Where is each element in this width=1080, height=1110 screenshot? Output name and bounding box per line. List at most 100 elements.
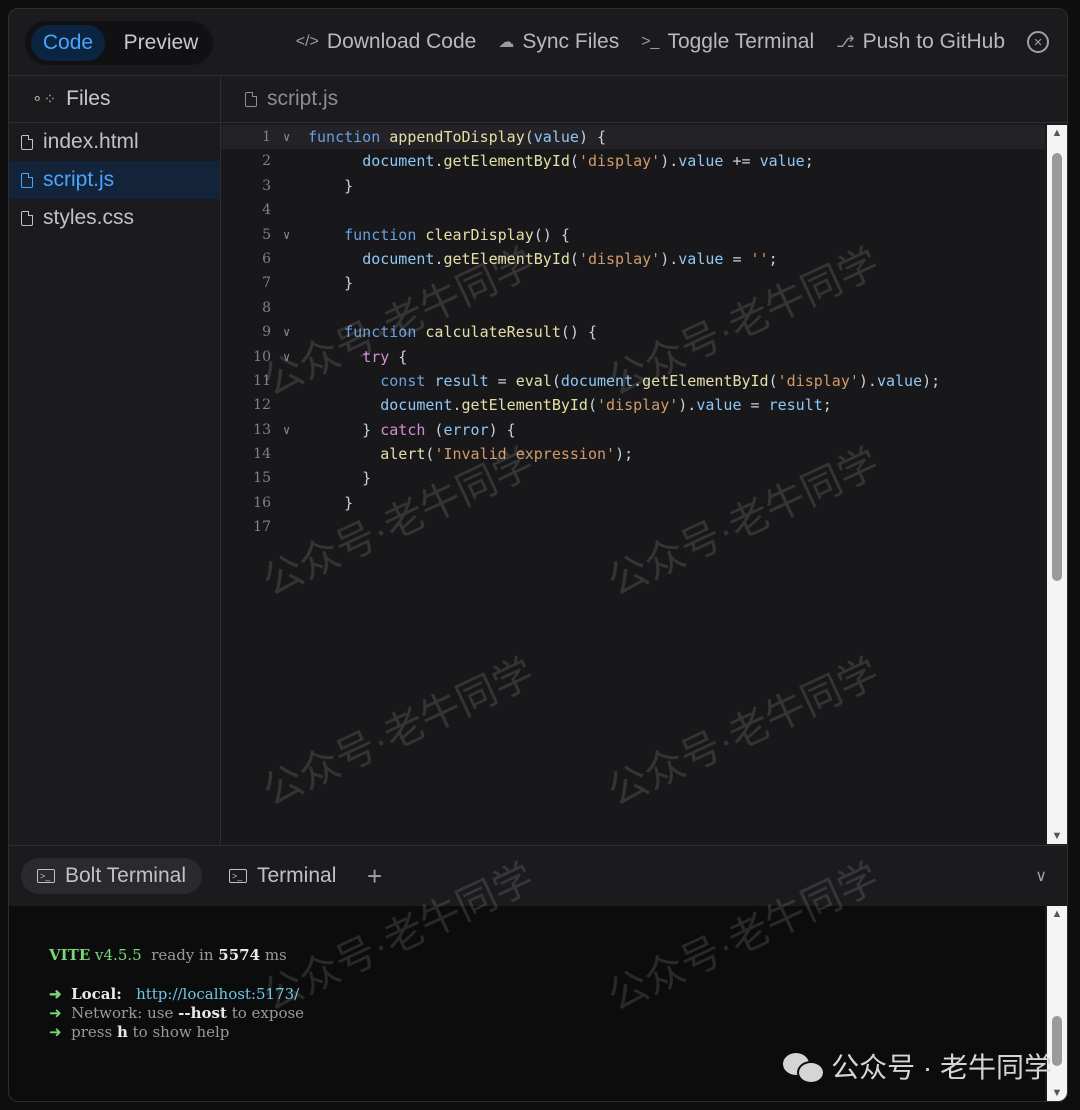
github-icon: ⎇ — [836, 34, 855, 51]
code-line[interactable]: 8 — [221, 296, 1045, 320]
editor-scrollbar[interactable]: ▲ ▼ — [1047, 125, 1067, 844]
local-url-line: ➜ Local: http://localhost:5173/ — [49, 985, 300, 1003]
code-line[interactable]: 11 const result = eval(document.getEleme… — [221, 369, 1045, 393]
code-text: document.getElementById('display').value… — [362, 152, 814, 171]
code-line[interactable]: 13 ∨ } catch (error) { — [221, 418, 1045, 442]
code-text: function appendToDisplay(value) { — [308, 128, 607, 146]
cloud-sync-icon: ☁ — [498, 34, 515, 51]
scroll-thumb[interactable] — [1052, 153, 1062, 581]
brand-text: 公众号 · 老牛同学 — [831, 1052, 1052, 1083]
fold-chevron-icon[interactable]: ∨ — [283, 125, 290, 149]
tab-bolt-terminal[interactable]: >_ Bolt Terminal — [21, 858, 202, 894]
code-line[interactable]: 5 ∨ function clearDisplay() { — [221, 223, 1045, 247]
code-text: } — [308, 274, 354, 293]
file-explorer: ⚬⁘ Files index.html script.js styles.css — [9, 76, 221, 844]
line-number: 12 — [253, 397, 271, 414]
line-number: 4 — [262, 202, 271, 219]
add-terminal-button[interactable]: + — [367, 858, 382, 894]
terminal-icon: >_ — [641, 33, 660, 50]
code-line[interactable]: 2 document.getElementById('display').val… — [221, 149, 1045, 173]
close-icon[interactable]: × — [1027, 31, 1049, 53]
files-title: Files — [66, 87, 111, 110]
scroll-up-arrow[interactable]: ▲ — [1047, 908, 1067, 920]
top-toolbar: Code Preview </> Download Code ☁ Sync Fi… — [9, 9, 1067, 76]
code-line[interactable]: 16 } — [221, 491, 1045, 515]
line-number: 8 — [262, 299, 271, 316]
code-line[interactable]: 9 ∨ function calculateResult() { — [221, 320, 1045, 344]
fold-chevron-icon[interactable]: ∨ — [283, 418, 290, 442]
line-number: 7 — [262, 275, 271, 292]
sync-files-button[interactable]: ☁ Sync Files — [498, 30, 619, 54]
line-number: 13 — [253, 421, 271, 438]
file-icon — [21, 210, 33, 226]
scroll-up-arrow[interactable]: ▲ — [1047, 127, 1067, 139]
network-line: ➜ Network: use --host to expose — [49, 1004, 305, 1022]
download-code-button[interactable]: </> Download Code — [296, 30, 477, 54]
line-number: 11 — [253, 372, 271, 389]
code-line[interactable]: 17 — [221, 515, 1045, 539]
file-item[interactable]: script.js — [9, 161, 220, 199]
code-line[interactable]: 1 ∨ function appendToDisplay(value) { — [221, 125, 1045, 150]
code-line[interactable]: 7 } — [221, 271, 1045, 295]
toggle-terminal-button[interactable]: >_ Toggle Terminal — [641, 30, 814, 54]
toolbar-actions: </> Download Code ☁ Sync Files >_ Toggle… — [296, 9, 1049, 75]
scroll-down-arrow[interactable]: ▼ — [1047, 1087, 1067, 1099]
sync-files-label: Sync Files — [522, 30, 620, 53]
fold-chevron-icon[interactable]: ∨ — [283, 320, 290, 344]
code-line[interactable]: 15 } — [221, 466, 1045, 490]
chevron-down-icon[interactable]: ∨ — [1035, 866, 1047, 886]
editor-tab-filename[interactable]: script.js — [267, 87, 338, 111]
line-number: 9 — [262, 324, 271, 341]
app-window: Code Preview </> Download Code ☁ Sync Fi… — [8, 8, 1068, 1102]
code-text: alert('Invalid expression'); — [380, 445, 634, 464]
code-text: } — [308, 493, 354, 512]
code-text: function calculateResult() { — [344, 323, 597, 342]
line-number: 6 — [262, 250, 271, 267]
terminal-tab-bar: >_ Bolt Terminal >_ Terminal + ∨ — [9, 845, 1067, 906]
file-name: script.js — [43, 168, 115, 191]
tree-icon: ⚬⁘ — [31, 91, 57, 108]
code-line[interactable]: 12 document.getElementById('display').va… — [221, 393, 1045, 417]
code-text: } — [308, 176, 354, 195]
preview-tab[interactable]: Preview — [115, 25, 207, 61]
file-name: styles.css — [43, 206, 135, 229]
local-url-link[interactable]: http://localhost:5173/ — [136, 985, 299, 1003]
code-line[interactable]: 4 — [221, 198, 1045, 222]
editor-tab-bar: script.js — [221, 76, 1067, 123]
push-to-github-label: Push to GitHub — [862, 30, 1005, 53]
code-tab[interactable]: Code — [31, 25, 105, 61]
line-number: 2 — [262, 153, 271, 170]
code-line[interactable]: 3 } — [221, 174, 1045, 198]
bolt-terminal-label: Bolt Terminal — [65, 864, 186, 887]
code-text: } catch (error) { — [308, 420, 516, 439]
scroll-thumb[interactable] — [1052, 1016, 1062, 1066]
line-number: 16 — [253, 494, 271, 511]
push-to-github-button[interactable]: ⎇ Push to GitHub — [836, 30, 1005, 54]
fold-chevron-icon[interactable]: ∨ — [283, 345, 290, 369]
file-icon — [245, 91, 257, 107]
view-switcher: Code Preview — [25, 21, 213, 65]
code-icon: </> — [295, 33, 319, 50]
terminal-icon: >_ — [229, 869, 247, 883]
file-list: index.html script.js styles.css — [9, 123, 220, 237]
file-item[interactable]: index.html — [9, 123, 220, 161]
terminal-icon: >_ — [37, 869, 55, 883]
toggle-terminal-label: Toggle Terminal — [667, 30, 815, 53]
code-area[interactable]: 1 ∨ function appendToDisplay(value) {2 doc… — [221, 125, 1045, 844]
line-number: 5 — [262, 226, 271, 243]
brand-badge: 公众号 · 老牛同学 — [783, 1046, 1052, 1086]
wechat-icon — [783, 1051, 826, 1084]
file-item[interactable]: styles.css — [9, 199, 220, 237]
code-line[interactable]: 14 alert('Invalid expression'); — [221, 442, 1045, 466]
code-line[interactable]: 10 ∨ try { — [221, 345, 1045, 369]
file-icon — [21, 134, 33, 150]
code-editor: script.js 1 ∨ function appendToDisplay(val… — [221, 76, 1067, 844]
tab-terminal[interactable]: >_ Terminal — [213, 858, 352, 894]
line-number: 3 — [262, 177, 271, 194]
terminal-label: Terminal — [257, 864, 337, 887]
fold-chevron-icon[interactable]: ∨ — [283, 223, 290, 247]
scroll-down-arrow[interactable]: ▼ — [1047, 830, 1067, 842]
files-header: ⚬⁘ Files — [9, 76, 220, 123]
code-line[interactable]: 6 document.getElementById('display').val… — [221, 247, 1045, 271]
line-number: 14 — [253, 446, 271, 463]
